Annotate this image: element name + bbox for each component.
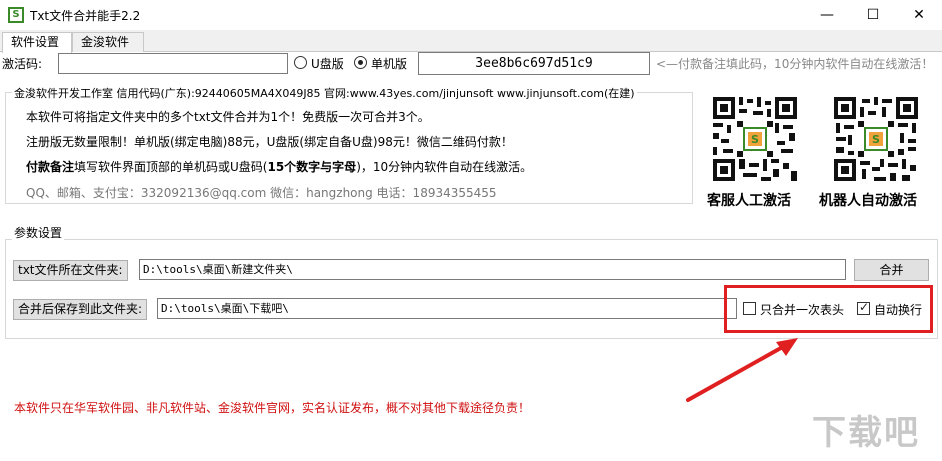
footer-notice: 本软件只在华军软件园、非凡软件站、金浚软件官网，实名认证发布，概不对其他下载途径… xyxy=(14,401,531,415)
info-line-4: QQ、邮箱、支付宝：332092136@qq.com 微信：hangzhong … xyxy=(26,186,497,200)
watermark-logo: 下载吧 xyxy=(812,413,920,453)
close-button[interactable]: ✕ xyxy=(896,0,942,30)
minimize-button[interactable]: — xyxy=(804,0,850,30)
info-line-3-bold2: 15个数字与字母 xyxy=(267,160,357,174)
app-icon: S xyxy=(8,7,24,23)
info-line-3-bold: 付款备注 xyxy=(26,160,75,174)
tab-software-settings[interactable]: 软件设置 xyxy=(2,32,72,53)
svg-text:S: S xyxy=(751,133,759,146)
info-line-3-mid: 填写软件界面顶部的单机码或U盘码( xyxy=(74,160,268,174)
info-line-1: 本软件可将指定文件夹中的多个txt文件合并为1个！免费版一次可合并3个。 xyxy=(26,110,430,124)
activation-code-label: 激活码: xyxy=(2,57,43,71)
svg-text:S: S xyxy=(872,133,880,146)
dest-folder-button[interactable]: 合并后保存到此文件夹: xyxy=(13,299,148,320)
machine-code-field[interactable]: 3ee8b6c697d51c9 xyxy=(418,52,650,75)
qr-caption-robot-activation: 机器人自动激活 xyxy=(819,193,917,209)
payment-notice: <—付款备注填此码，10分钟内软件自动在线激活！ xyxy=(656,57,934,71)
title-bar xyxy=(0,0,942,30)
highlight-box xyxy=(724,285,933,333)
dest-folder-input[interactable]: D:\tools\桌面\下载吧\ xyxy=(157,298,737,319)
source-folder-input[interactable]: D:\tools\桌面\新建文件夹\ xyxy=(139,259,846,280)
maximize-button[interactable]: ☐ xyxy=(850,0,896,30)
info-line-3-end: )，10分钟内软件自动在线激活。 xyxy=(356,160,533,174)
merge-button[interactable]: 合并 xyxy=(854,259,929,281)
qr-code-customer-service: S xyxy=(709,93,801,185)
radio-usb-edition-label: U盘版 xyxy=(311,57,344,71)
tab-jinjun-software[interactable]: 金浚软件 xyxy=(72,32,144,52)
source-folder-button[interactable]: txt文件所在文件夹: xyxy=(13,260,128,281)
info-line-3: 付款备注填写软件界面顶部的单机码或U盘码(15个数字与字母)，10分钟内软件自动… xyxy=(26,158,532,175)
window-title: Txt文件合并能手2.2 xyxy=(30,9,141,23)
info-line-2: 注册版无数量限制！单机版(绑定电脑)88元，U盘版(绑定自备U盘)98元！微信二… xyxy=(26,135,513,149)
radio-usb-edition[interactable] xyxy=(294,56,307,69)
radio-machine-edition-label: 单机版 xyxy=(371,57,408,71)
radio-machine-edition[interactable] xyxy=(354,56,367,69)
qr-caption-customer-service: 客服人工激活 xyxy=(707,193,791,209)
activation-code-input[interactable] xyxy=(58,53,288,74)
qr-code-robot-activation: S xyxy=(830,93,922,185)
annotation-arrow-icon xyxy=(686,338,798,402)
info-group-legend: 金浚软件开发工作室 信用代码(广东):92440605MA4X049J85 官网… xyxy=(12,85,637,101)
params-group-legend: 参数设置 xyxy=(12,224,65,241)
